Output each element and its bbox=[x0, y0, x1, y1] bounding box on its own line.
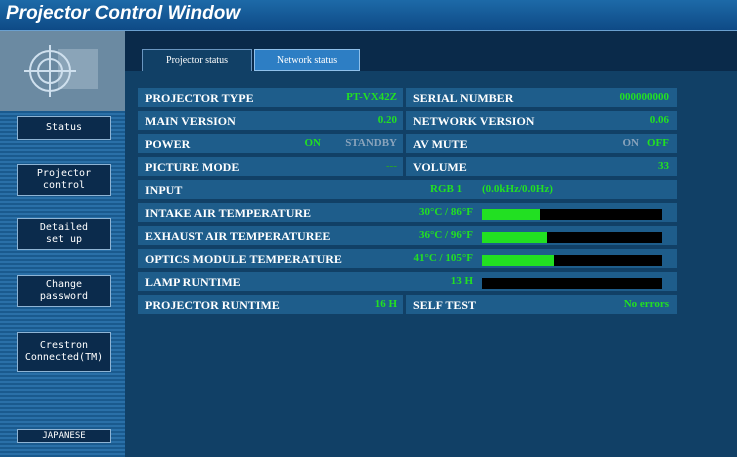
japanese-label: JAPANESE bbox=[42, 431, 86, 441]
nav-crestron-label: Crestron Connected(TM) bbox=[24, 340, 104, 363]
nav-status-label: Status bbox=[45, 122, 83, 133]
intake-air-temperature-bar-fill bbox=[482, 209, 540, 220]
japanese-language-button[interactable]: JAPANESE bbox=[17, 429, 111, 443]
projector-type-row: PROJECTOR TYPE PT-VX42Z bbox=[138, 88, 403, 107]
main-panel: Projector status Network status PROJECTO… bbox=[125, 31, 737, 457]
lamp-runtime-value: 13 H bbox=[450, 275, 473, 287]
power-standby-value: STANDBY bbox=[345, 137, 397, 149]
serial-number-label: SERIAL NUMBER bbox=[413, 91, 514, 105]
crosshair-logo-icon bbox=[24, 45, 98, 97]
volume-value: 33 bbox=[658, 160, 669, 172]
projector-runtime-value: 16 H bbox=[374, 298, 397, 310]
network-version-row: NETWORK VERSION 0.06 bbox=[406, 111, 677, 130]
av-mute-row: AV MUTE ON OFF bbox=[406, 134, 677, 153]
lamp-runtime-row: LAMP RUNTIME 13 H bbox=[138, 272, 677, 291]
self-test-value: No errors bbox=[623, 298, 669, 310]
av-mute-on-value: ON bbox=[622, 137, 640, 149]
intake-air-temperature-bar bbox=[482, 209, 662, 220]
self-test-row: SELF TEST No errors bbox=[406, 295, 677, 314]
optics-module-temperature-bar-fill bbox=[482, 255, 554, 266]
input-detail-value: (0.0kHz/0.0Hz) bbox=[482, 183, 553, 195]
tab-bar: Projector status Network status bbox=[125, 31, 737, 71]
nav-change-password-label: Change password bbox=[39, 279, 89, 302]
optics-module-temperature-bar bbox=[482, 255, 662, 266]
exhaust-air-temperature-bar bbox=[482, 232, 662, 243]
picture-mode-value: --- bbox=[386, 160, 397, 172]
av-mute-off-value: OFF bbox=[647, 137, 669, 149]
window-title: Projector Control Window bbox=[6, 3, 241, 24]
title-bar: Projector Control Window bbox=[0, 0, 737, 31]
main-version-row: MAIN VERSION 0.20 bbox=[138, 111, 403, 130]
nav-change-password-button[interactable]: Change password bbox=[17, 275, 111, 307]
optics-module-temperature-value: 41°C / 105°F bbox=[413, 252, 473, 264]
sidebar: Status Projector control Detailed set up… bbox=[0, 31, 125, 457]
nav-detailed-setup-button[interactable]: Detailed set up bbox=[17, 218, 111, 250]
picture-mode-label: PICTURE MODE bbox=[145, 160, 240, 174]
av-mute-label: AV MUTE bbox=[413, 137, 468, 151]
exhaust-air-temperature-bar-fill bbox=[482, 232, 547, 243]
intake-air-temperature-label: INTAKE AIR TEMPERATURE bbox=[145, 206, 312, 220]
nav-crestron-button[interactable]: Crestron Connected(TM) bbox=[17, 332, 111, 372]
volume-row: VOLUME 33 bbox=[406, 157, 677, 176]
input-value: RGB 1 bbox=[430, 183, 463, 195]
serial-number-value: 000000000 bbox=[619, 91, 670, 103]
network-version-label: NETWORK VERSION bbox=[413, 114, 535, 128]
optics-module-temperature-label: OPTICS MODULE TEMPERATURE bbox=[145, 252, 342, 266]
nav-status-button[interactable]: Status bbox=[17, 116, 111, 140]
picture-mode-row: PICTURE MODE --- bbox=[138, 157, 403, 176]
serial-number-row: SERIAL NUMBER 000000000 bbox=[406, 88, 677, 107]
projector-runtime-row: PROJECTOR RUNTIME 16 H bbox=[138, 295, 403, 314]
tab-network-status-label: Network status bbox=[276, 54, 338, 66]
projector-runtime-label: PROJECTOR RUNTIME bbox=[145, 298, 280, 312]
exhaust-air-temperature-row: EXHAUST AIR TEMPERATUREE 36°C / 96°F bbox=[138, 226, 677, 245]
lamp-runtime-bar bbox=[482, 278, 662, 289]
nav-projector-control-label: Projector control bbox=[36, 168, 92, 191]
tab-network-status[interactable]: Network status bbox=[254, 49, 360, 71]
nav-detailed-setup-label: Detailed set up bbox=[39, 222, 89, 245]
logo-area bbox=[0, 31, 125, 111]
self-test-label: SELF TEST bbox=[413, 298, 477, 312]
power-row: POWER ON STANDBY bbox=[138, 134, 403, 153]
input-label: INPUT bbox=[145, 183, 183, 197]
main-version-value: 0.20 bbox=[377, 114, 397, 126]
input-row: INPUT RGB 1 (0.0kHz/0.0Hz) bbox=[138, 180, 677, 199]
projector-type-label: PROJECTOR TYPE bbox=[145, 91, 254, 105]
optics-module-temperature-row: OPTICS MODULE TEMPERATURE 41°C / 105°F bbox=[138, 249, 677, 268]
main-version-label: MAIN VERSION bbox=[145, 114, 236, 128]
volume-label: VOLUME bbox=[413, 160, 467, 174]
tab-projector-status[interactable]: Projector status bbox=[142, 49, 252, 71]
exhaust-air-temperature-value: 36°C / 96°F bbox=[418, 229, 473, 241]
power-on-value: ON bbox=[304, 137, 322, 149]
power-label: POWER bbox=[145, 137, 191, 151]
projector-type-value: PT-VX42Z bbox=[346, 91, 397, 103]
network-version-value: 0.06 bbox=[649, 114, 669, 126]
exhaust-air-temperature-label: EXHAUST AIR TEMPERATUREE bbox=[145, 229, 331, 243]
tab-projector-status-label: Projector status bbox=[166, 55, 228, 66]
nav-projector-control-button[interactable]: Projector control bbox=[17, 164, 111, 196]
intake-air-temperature-value: 30°C / 86°F bbox=[418, 206, 473, 218]
lamp-runtime-label: LAMP RUNTIME bbox=[145, 275, 241, 289]
intake-air-temperature-row: INTAKE AIR TEMPERATURE 30°C / 86°F bbox=[138, 203, 677, 222]
